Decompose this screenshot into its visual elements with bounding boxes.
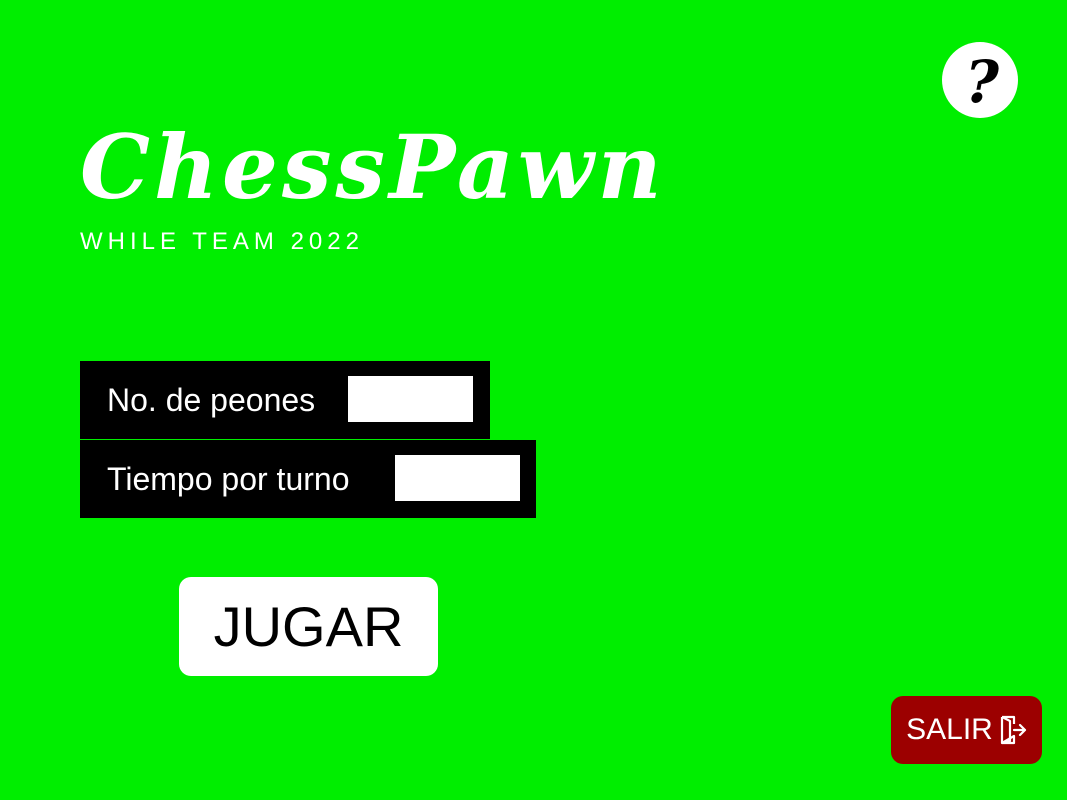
question-mark-icon: ? — [965, 48, 999, 116]
exit-door-icon — [1000, 715, 1026, 745]
turn-time-setting-row: Tiempo por turno — [80, 440, 536, 518]
app-subtitle: WHILE TEAM 2022 — [80, 228, 364, 255]
pawns-label: No. de peones — [107, 381, 316, 418]
play-button[interactable]: JUGAR — [179, 577, 438, 676]
exit-label: SALIR — [906, 713, 993, 746]
pawns-input[interactable] — [348, 376, 473, 422]
turn-time-label: Tiempo por turno — [107, 460, 350, 497]
turn-time-input[interactable] — [395, 455, 520, 501]
pawns-setting-row: No. de peones — [80, 361, 490, 439]
help-button[interactable]: ? — [942, 42, 1018, 118]
exit-button[interactable]: SALIR — [891, 696, 1042, 764]
main-menu-screen: { "app": { "title": "ChessPawn", "subtit… — [0, 0, 1067, 800]
app-title: ChessPawn — [80, 115, 666, 219]
